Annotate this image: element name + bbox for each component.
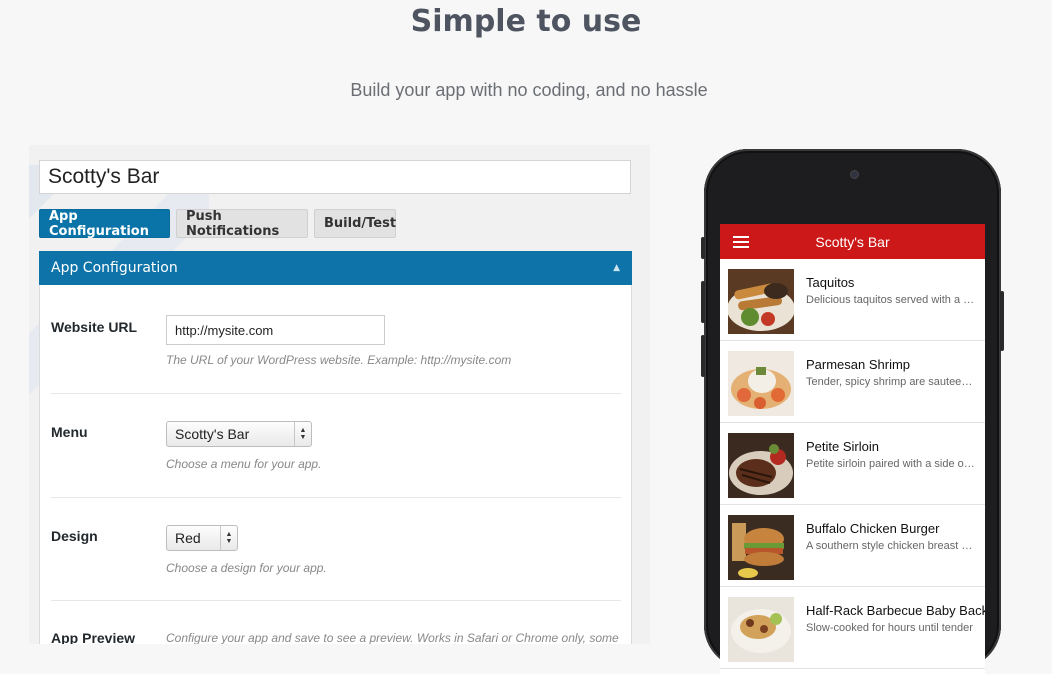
divider	[51, 393, 621, 394]
list-item[interactable]: Taquitos Delicious taquitos served with …	[720, 259, 985, 341]
design-label: Design	[51, 528, 98, 544]
food-image	[728, 351, 794, 416]
menu-label: Menu	[51, 424, 88, 440]
design-select[interactable]: Red ▲ ▼	[166, 525, 238, 551]
menu-icon[interactable]	[733, 236, 749, 248]
website-url-label: Website URL	[51, 319, 138, 335]
list-item[interactable]: Petite Sirloin Petite sirloin paired wit…	[720, 423, 985, 505]
config-tabs: App Configuration Push Notifications Bui…	[39, 209, 396, 239]
collapse-icon[interactable]: ▲	[613, 263, 620, 273]
config-form: Website URL http://mysite.com The URL of…	[39, 285, 632, 644]
item-description: Delicious taquitos served with a side of…	[806, 294, 976, 306]
phone-side-button	[701, 281, 705, 323]
select-arrows-icon: ▲ ▼	[294, 422, 311, 446]
divider	[51, 497, 621, 498]
divider	[51, 600, 621, 601]
app-preview-hint: Configure your app and save to see a pre…	[166, 631, 619, 644]
tab-push-notifications[interactable]: Push Notifications	[176, 209, 308, 239]
app-name-input[interactable]: Scotty's Bar	[39, 160, 631, 194]
food-image	[728, 433, 794, 498]
section-header[interactable]: App Configuration ▲	[39, 251, 632, 285]
phone-mockup: Scotty's Bar Taquitos Delicious taquitos…	[701, 149, 1004, 674]
item-description: Slow-cooked for hours until tender	[806, 622, 973, 634]
design-hint: Choose a design for your app.	[166, 561, 327, 575]
item-title: Taquitos	[806, 275, 855, 290]
section-title: App Configuration	[51, 260, 178, 276]
page-title: Simple to use	[410, 4, 642, 39]
admin-panel: Scotty's Bar App Configuration Push Noti…	[29, 145, 650, 644]
page-subtitle: Build your app with no coding, and no ha…	[350, 80, 708, 100]
food-image	[728, 515, 794, 580]
tab-build-test[interactable]: Build/Test	[314, 209, 396, 238]
list-item[interactable]: Buffalo Chicken Burger A southern style …	[720, 505, 985, 587]
item-title: Petite Sirloin	[806, 439, 879, 454]
item-description: Petite sirloin paired with a side of veg…	[806, 458, 976, 470]
phone-side-button	[701, 237, 705, 259]
list-item[interactable]: Parmesan Shrimp Tender, spicy shrimp are…	[720, 341, 985, 423]
app-bar-title: Scotty's Bar	[815, 233, 890, 250]
food-image	[728, 597, 794, 662]
design-select-value: Red	[175, 530, 201, 546]
tab-app-configuration[interactable]: App Configuration	[39, 209, 170, 239]
app-bar: Scotty's Bar	[720, 224, 985, 259]
item-title: Parmesan Shrimp	[806, 357, 911, 372]
camera-icon	[850, 170, 859, 179]
phone-side-button	[701, 335, 705, 377]
website-url-input[interactable]: http://mysite.com	[166, 315, 385, 345]
item-description: Tender, spicy shrimp are sauteed in garl…	[806, 376, 976, 388]
item-title: Half-Rack Barbecue Baby Back Ribs	[806, 603, 985, 618]
food-image	[728, 269, 794, 334]
item-title: Buffalo Chicken Burger	[806, 521, 940, 536]
item-description: A southern style chicken breast sandwich	[806, 540, 976, 552]
menu-hint: Choose a menu for your app.	[166, 457, 322, 471]
menu-select[interactable]: Scotty's Bar ▲ ▼	[166, 421, 312, 447]
phone-side-button	[1000, 291, 1004, 351]
select-arrows-icon: ▲ ▼	[220, 526, 237, 550]
list-item[interactable]: Half-Rack Barbecue Baby Back Ribs Slow-c…	[720, 587, 985, 669]
phone-screen: Scotty's Bar Taquitos Delicious taquitos…	[720, 224, 985, 674]
app-preview-label: App Preview	[51, 630, 136, 644]
website-url-hint: The URL of your WordPress website. Examp…	[166, 353, 512, 367]
menu-select-value: Scotty's Bar	[175, 426, 250, 442]
